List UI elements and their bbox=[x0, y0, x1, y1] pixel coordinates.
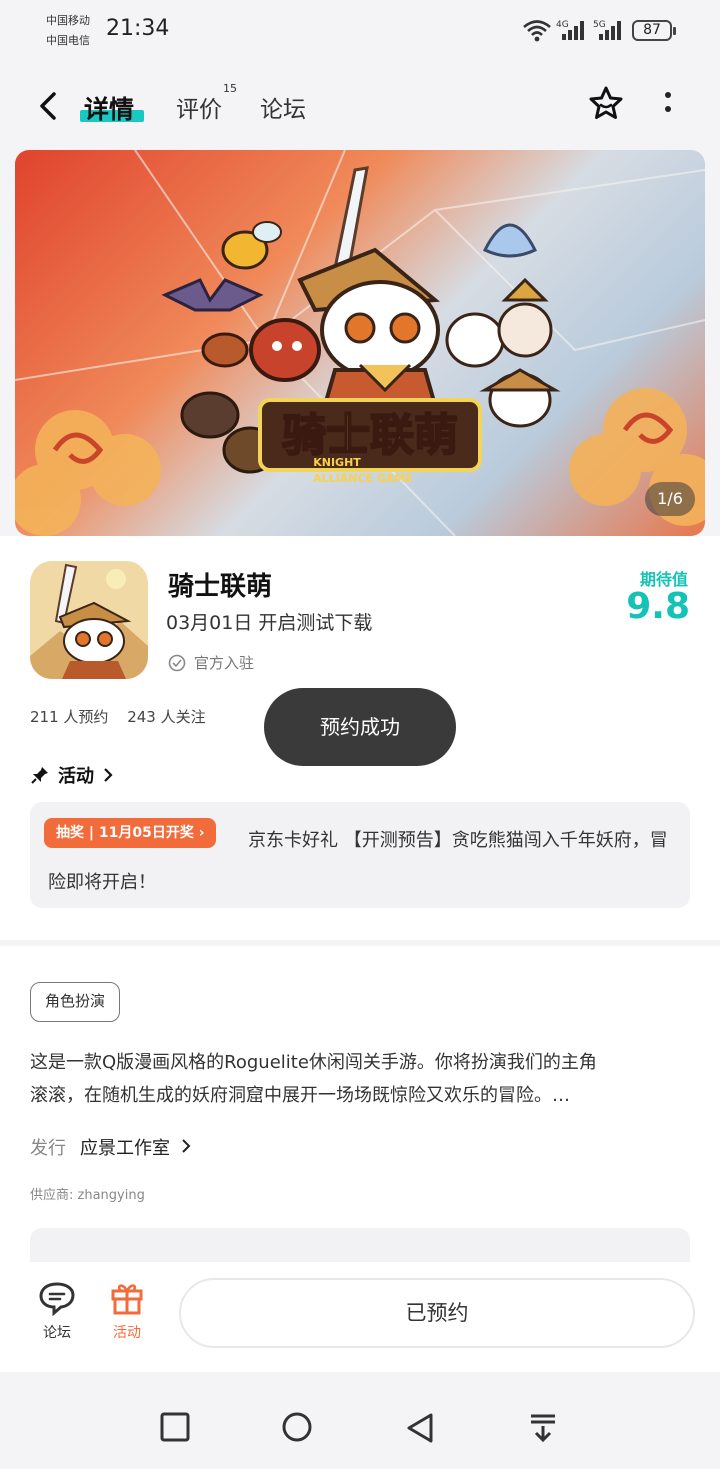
lottery-label: 抽奖 | 11月05日开奖 bbox=[56, 825, 194, 841]
expectation-score: 9.8 bbox=[626, 586, 690, 627]
signal-4g-icon: 4G bbox=[556, 20, 584, 40]
forum-button[interactable]: 论坛 bbox=[29, 1280, 85, 1342]
release-date: 03月01日 开启测试下载 bbox=[166, 612, 373, 634]
clock: 21:34 bbox=[106, 16, 170, 41]
banner-logo-title: 骑士联萌 bbox=[282, 410, 458, 461]
chat-bubble-icon bbox=[39, 1282, 75, 1316]
forum-label: 论坛 bbox=[43, 1325, 71, 1341]
description-section: 角色扮演 这是一款Q版漫画风格的Roguelite休闲闯关手游。你将扮演我们的主… bbox=[0, 946, 720, 1288]
activity-card[interactable]: 京东卡好礼 【开测预告】贪吃熊猫闯入千年妖府，冒险即将开启！ 抽奖 | 11月0… bbox=[30, 802, 690, 908]
lottery-tag[interactable]: 抽奖 | 11月05日开奖 › bbox=[44, 818, 217, 848]
review-count-badge: 15 bbox=[223, 82, 237, 95]
reserved-button[interactable]: 已预约 bbox=[179, 1278, 695, 1348]
tab-details[interactable]: 详情 bbox=[84, 90, 134, 126]
app-icon bbox=[30, 561, 148, 679]
recent-apps-icon[interactable] bbox=[160, 1412, 190, 1442]
stats: 211 人预约 243 人关注 bbox=[30, 706, 206, 727]
notification-dropdown-icon[interactable] bbox=[528, 1412, 558, 1444]
wifi-icon bbox=[523, 20, 551, 42]
app-name: 骑士联萌 bbox=[168, 572, 273, 602]
tab-forum[interactable]: 论坛 bbox=[260, 90, 306, 124]
description-line-2: 滚滚，在随机生成的妖府洞窟中展开一场场既惊险又欢乐的冒险。… bbox=[30, 1085, 570, 1106]
carrier-info: 中国移动 中国电信 bbox=[46, 11, 90, 51]
bottom-action-bar: 论坛 活动 已预约 bbox=[0, 1262, 720, 1372]
chevron-right-icon bbox=[182, 1139, 191, 1153]
carrier-2: 中国电信 bbox=[46, 34, 90, 47]
signal-5g-icon: 5G bbox=[593, 20, 621, 40]
banner-logo-subtitle-1: KNIGHT bbox=[313, 456, 361, 469]
activity-header[interactable]: 活动 bbox=[30, 762, 114, 788]
favorite-star-icon[interactable] bbox=[586, 84, 626, 124]
publisher-label: 发行 bbox=[30, 1138, 66, 1159]
genre-tag[interactable]: 角色扮演 bbox=[30, 982, 121, 1022]
description-line-1: 这是一款Q版漫画风格的Roguelite休闲闯关手游。你将扮演我们的主角 bbox=[30, 1052, 597, 1073]
network-2: 5G bbox=[593, 20, 606, 30]
home-icon[interactable] bbox=[281, 1412, 313, 1444]
status-bar: 中国移动 中国电信 21:34 4G 5G 87 bbox=[0, 0, 720, 62]
official-label: 官方入驻 bbox=[194, 654, 255, 672]
carrier-1: 中国移动 bbox=[46, 14, 90, 27]
banner-carousel[interactable]: 骑士联萌 KNIGHT ALLIANCE GAME 1/6 bbox=[15, 150, 705, 536]
banner-logo-subtitle-2: ALLIANCE GAME bbox=[313, 472, 413, 485]
gift-icon bbox=[111, 1284, 143, 1315]
publisher-name: 应景工作室 bbox=[80, 1138, 170, 1159]
tab-reviews[interactable]: 评价 bbox=[176, 90, 222, 124]
top-nav: 详情 评价 15 论坛 bbox=[0, 62, 720, 148]
follower-count: 243 人关注 bbox=[127, 708, 206, 726]
network-1: 4G bbox=[556, 20, 569, 30]
system-nav-bar bbox=[0, 1372, 720, 1469]
reservation-success-toast: 预约成功 bbox=[264, 688, 456, 766]
battery-icon: 87 bbox=[632, 20, 676, 41]
official-badge: 官方入驻 bbox=[168, 652, 254, 673]
supplier: 供应商: zhangying bbox=[30, 1188, 145, 1203]
pin-icon bbox=[31, 767, 48, 784]
chevron-right-icon bbox=[104, 768, 113, 782]
publisher-row[interactable]: 发行 应景工作室 bbox=[30, 1134, 192, 1160]
banner-artwork: 骑士联萌 KNIGHT ALLIANCE GAME bbox=[15, 150, 705, 536]
back-triangle-icon[interactable] bbox=[405, 1412, 435, 1444]
activity-label: 活动 bbox=[113, 1325, 141, 1341]
activity-title: 活动 bbox=[58, 766, 94, 787]
activity-button[interactable]: 活动 bbox=[99, 1280, 155, 1342]
check-circle-icon bbox=[168, 654, 186, 671]
reservation-count: 211 人预约 bbox=[30, 708, 109, 726]
more-options-icon[interactable] bbox=[664, 92, 672, 120]
description-text[interactable]: 这是一款Q版漫画风格的Roguelite休闲闯关手游。你将扮演我们的主角 滚滚，… bbox=[30, 1046, 692, 1112]
back-arrow-icon[interactable] bbox=[34, 90, 64, 122]
banner-page-counter: 1/6 bbox=[645, 482, 695, 516]
